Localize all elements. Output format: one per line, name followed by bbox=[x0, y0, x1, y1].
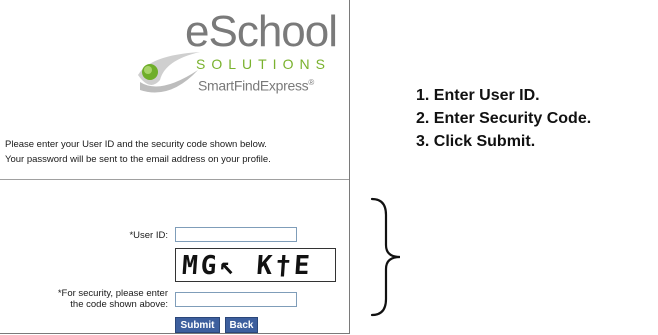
eschool-logo: eSchool SOLUTIONS SmartFindExpress® bbox=[0, 0, 349, 118]
intro-text: Please enter your User ID and the securi… bbox=[5, 137, 345, 167]
captcha-image: MG↖ K†E bbox=[175, 248, 336, 282]
logo-brand-word: eSchool bbox=[185, 7, 338, 56]
instruction-step: 3. Click Submit. bbox=[416, 133, 536, 150]
intro-line-1: Please enter your User ID and the securi… bbox=[5, 139, 267, 150]
login-panel: eSchool SOLUTIONS SmartFindExpress® Plea… bbox=[0, 0, 350, 334]
security-code-label: *For security, please enter the code sho… bbox=[20, 288, 168, 310]
security-code-input[interactable] bbox=[175, 292, 297, 307]
logo-product-name: SmartFindExpress® bbox=[198, 77, 314, 94]
instruction-steps: 1. Enter User ID. 2. Enter Security Code… bbox=[416, 84, 591, 153]
user-id-input[interactable] bbox=[175, 227, 297, 242]
security-label-line-1: *For security, please enter bbox=[57, 288, 168, 299]
right-brace-icon bbox=[370, 197, 401, 317]
intro-line-2: Your password will be sent to the email … bbox=[5, 154, 271, 165]
back-button[interactable]: Back bbox=[225, 317, 258, 333]
submit-button[interactable]: Submit bbox=[175, 317, 220, 333]
user-id-label: *User ID: bbox=[129, 230, 168, 241]
instruction-step: 2. Enter Security Code. bbox=[416, 110, 592, 127]
divider bbox=[0, 179, 349, 180]
instruction-step: 1. Enter User ID. bbox=[416, 87, 540, 104]
security-label-line-2: the code shown above: bbox=[70, 299, 168, 310]
logo-solutions-text: SOLUTIONS bbox=[196, 56, 331, 72]
captcha-text: MG↖ K†E bbox=[180, 251, 314, 281]
